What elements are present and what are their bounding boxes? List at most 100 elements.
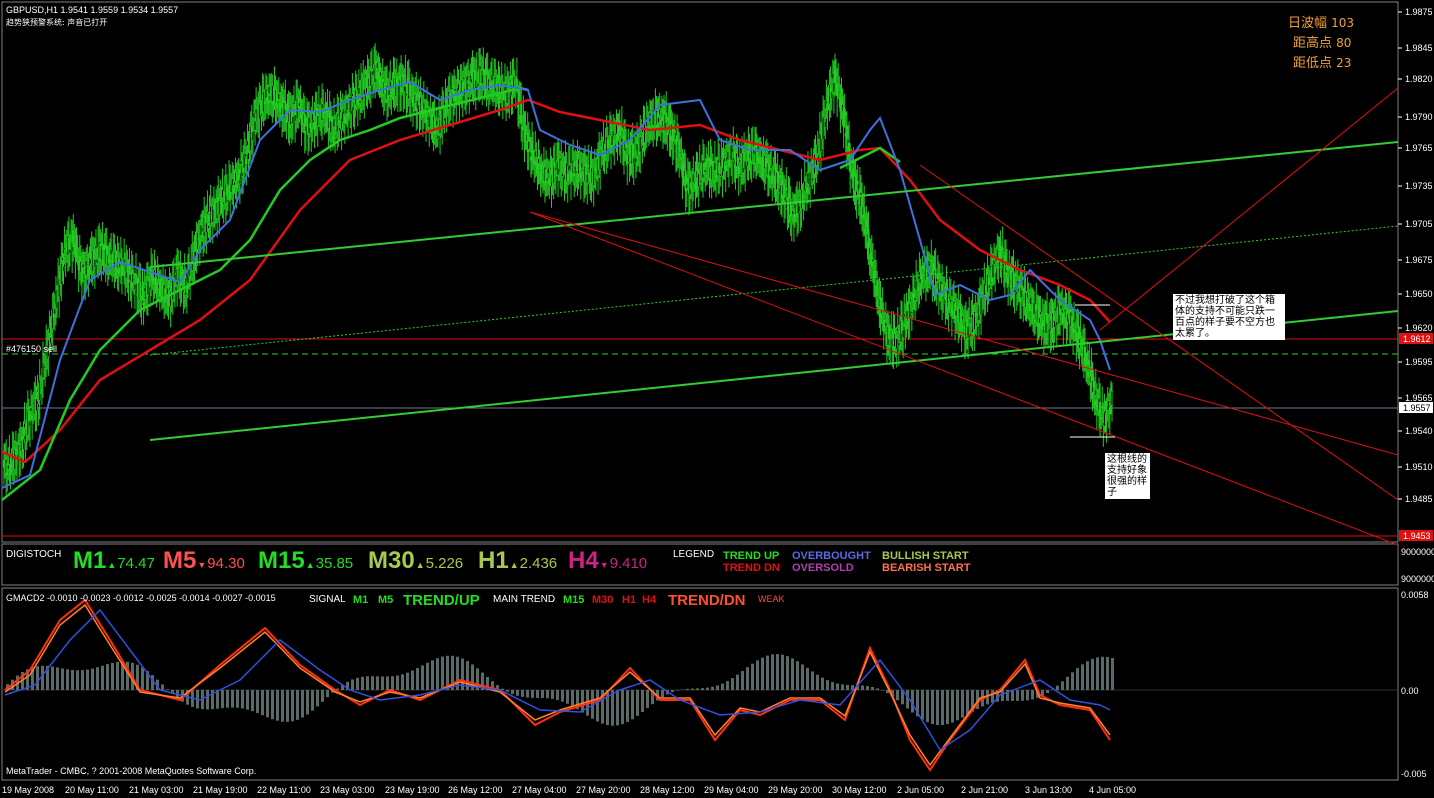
histogram-bar	[826, 680, 829, 690]
candle-body	[835, 71, 838, 78]
tf-value: 74.47	[117, 555, 155, 572]
candle-body	[1012, 271, 1015, 290]
candle-body	[682, 164, 685, 169]
candle-body	[628, 162, 631, 164]
time-tick-label: 23 May 03:00	[320, 785, 375, 795]
histogram-bar	[311, 690, 314, 711]
candle-body	[51, 307, 54, 330]
candle-body	[1060, 304, 1063, 310]
candle-body	[627, 145, 630, 147]
histogram-bar	[831, 682, 834, 690]
time-tick-label: 2 Jun 21:00	[961, 785, 1008, 795]
candle-body	[221, 189, 224, 198]
histogram-bar	[926, 690, 929, 723]
candle-body	[233, 182, 236, 186]
candle-body	[816, 144, 819, 154]
candle-body	[625, 143, 628, 149]
histogram-bar	[271, 690, 274, 720]
candle-body	[369, 70, 372, 87]
tf-label: M15	[258, 547, 305, 574]
resistance-line-3[interactable]	[919, 164, 1399, 501]
histogram-bar	[301, 690, 304, 718]
arrow-up-icon: ▲	[305, 560, 315, 570]
candle-body	[434, 130, 437, 133]
candle-body	[355, 94, 358, 96]
candle-body	[639, 136, 642, 153]
candle-body	[39, 386, 42, 388]
time-tick-label: 20 May 11:00	[65, 785, 119, 795]
candle-body	[1047, 332, 1050, 334]
candle-body	[258, 103, 261, 119]
candle-body	[390, 90, 393, 98]
candle-body	[611, 134, 614, 146]
candle-body	[1083, 346, 1086, 365]
arrow-down-icon: ▼	[197, 560, 207, 570]
histogram-bar	[706, 687, 709, 690]
histogram-bar	[676, 690, 679, 691]
candle-body	[838, 90, 841, 93]
candle-body	[581, 169, 584, 172]
candle-body	[967, 326, 970, 338]
order-label[interactable]: #476150 sell	[6, 344, 57, 354]
histogram-bar	[401, 674, 404, 690]
histogram-bar	[801, 664, 804, 690]
candle-body	[935, 289, 938, 293]
histogram-bar	[556, 690, 559, 701]
candle-body	[87, 268, 90, 276]
histogram-bar	[796, 661, 799, 690]
candle-body	[797, 202, 800, 214]
gmacd-main-h4: H4	[642, 594, 657, 606]
candle-body	[686, 177, 689, 183]
candle-body	[823, 114, 826, 116]
candle-body	[509, 79, 512, 82]
candle-body	[922, 282, 925, 285]
candle-body	[299, 106, 302, 109]
candle-body	[54, 289, 57, 304]
candle-body	[1034, 320, 1037, 323]
histogram-bar	[956, 690, 959, 721]
candle-body	[562, 160, 565, 162]
histogram-bar	[1081, 664, 1084, 690]
candle-body	[110, 249, 113, 255]
bottom-price-tag: 1.9453	[1403, 531, 1431, 541]
candle-body	[285, 120, 288, 124]
annotation-box-1[interactable]: 不过我想打破了这个箱体的支持不可能只跌一百点的样子要不空方也太累了。	[1173, 294, 1285, 340]
candle-body	[685, 184, 688, 189]
candle-body	[1055, 321, 1058, 327]
candle-body	[1046, 313, 1049, 324]
candle-body	[28, 421, 32, 427]
gmacd-panel	[1, 587, 1399, 781]
candle-body	[960, 324, 963, 331]
candle-body	[1033, 302, 1036, 315]
stat-from-low: 距低点 23	[1293, 56, 1352, 71]
candle-body	[523, 132, 526, 143]
candle-body	[720, 157, 723, 160]
histogram-bar	[541, 690, 544, 699]
candle-body	[467, 80, 470, 84]
candle-body	[1080, 353, 1083, 357]
candle-body	[403, 86, 406, 92]
candle-body	[441, 108, 444, 128]
candle-body	[228, 181, 231, 184]
gmacd-main-m15: M15	[563, 594, 585, 606]
candle-body	[391, 88, 394, 91]
candle-body	[746, 160, 749, 167]
resistance-line-2[interactable]	[529, 211, 1399, 546]
candle-body	[445, 109, 448, 112]
candle-body	[809, 171, 812, 189]
candle-body	[141, 288, 144, 291]
candle-body	[889, 345, 892, 347]
candle-body	[1066, 313, 1069, 322]
time-tick-label: 27 May 04:00	[512, 785, 567, 795]
candle-body	[533, 159, 536, 165]
candle-body	[714, 174, 718, 178]
candle-body	[244, 153, 247, 157]
candle-body	[915, 280, 918, 291]
annotation-box-2[interactable]: 这根线的支持好象很强的样子	[1105, 453, 1150, 499]
candle-body	[475, 68, 478, 70]
candle-body	[1093, 400, 1096, 406]
tf-value: 5.226	[425, 555, 464, 572]
histogram-bar	[281, 690, 284, 722]
candle-body	[136, 294, 139, 296]
histogram-bar	[551, 690, 554, 699]
